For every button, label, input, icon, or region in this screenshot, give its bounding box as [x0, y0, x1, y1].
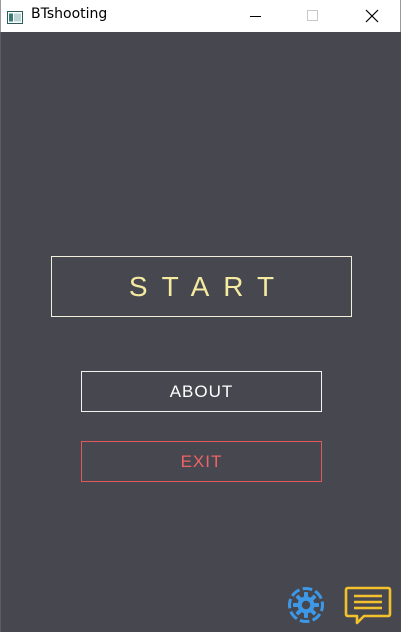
settings-button[interactable]	[286, 585, 326, 625]
maximize-button[interactable]	[290, 0, 336, 32]
start-button[interactable]: START	[51, 256, 352, 317]
maximize-icon	[307, 10, 318, 21]
exit-button[interactable]: EXIT	[81, 441, 322, 482]
chat-message-icon	[344, 586, 392, 625]
app-window: BTshooting START ABOUT EXIT	[0, 0, 401, 632]
feedback-button[interactable]	[344, 586, 392, 626]
title-bar[interactable]: BTshooting	[0, 0, 401, 32]
minimize-icon	[250, 16, 261, 17]
main-menu-panel: START ABOUT EXIT	[0, 32, 401, 632]
about-button[interactable]: ABOUT	[81, 371, 322, 412]
gear-icon	[288, 587, 324, 623]
exit-button-label: EXIT	[180, 451, 223, 471]
about-button-label: ABOUT	[169, 381, 234, 401]
close-icon	[365, 9, 379, 23]
minimize-button[interactable]	[233, 0, 279, 32]
start-button-label: START	[128, 270, 289, 302]
window-title: BTshooting	[31, 6, 108, 22]
close-button[interactable]	[349, 0, 395, 32]
app-window-icon	[7, 9, 23, 24]
